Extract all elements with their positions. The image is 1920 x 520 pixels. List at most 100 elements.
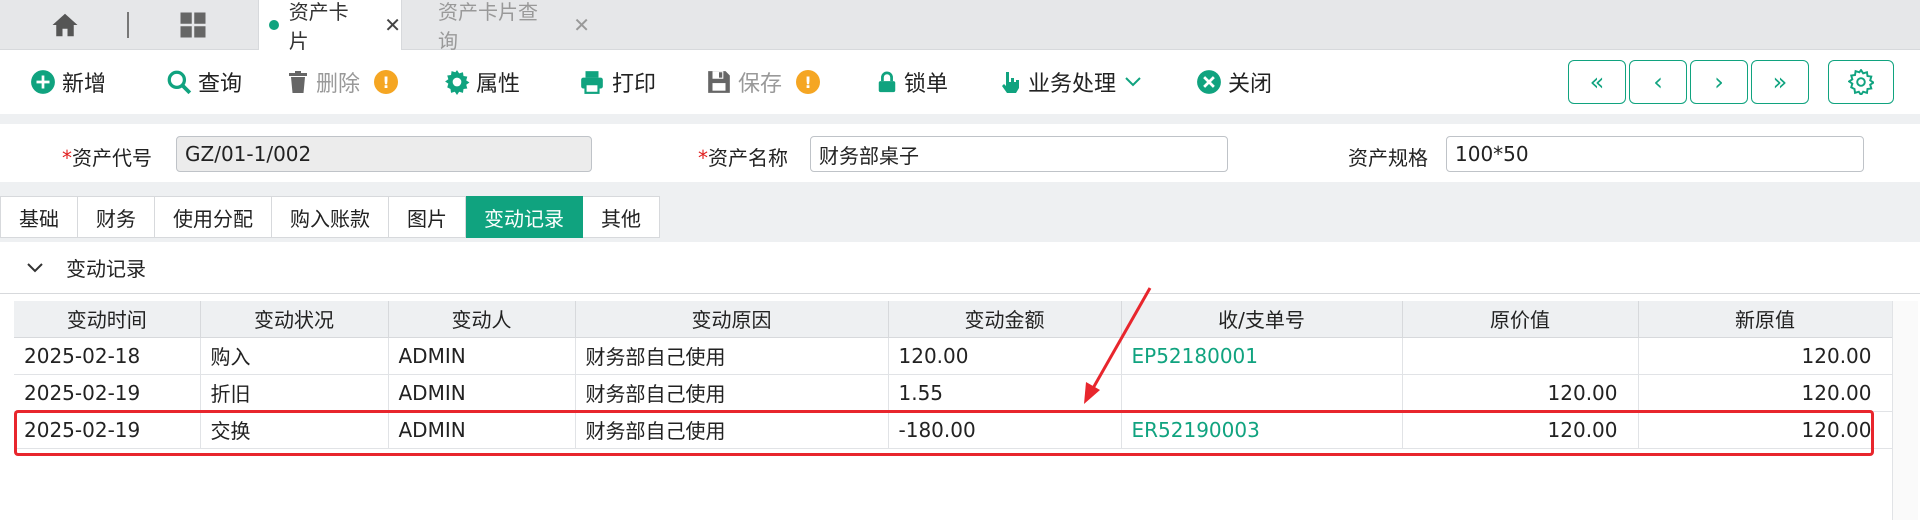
cell-user: ADMIN	[388, 337, 576, 375]
next-record-button[interactable]: ›	[1690, 60, 1748, 104]
cell-user: ADMIN	[388, 374, 576, 412]
lock-icon	[878, 71, 896, 93]
close-label: 关闭	[1228, 72, 1273, 97]
tab-basic[interactable]: 基础	[0, 196, 78, 238]
section-header[interactable]: 变动记录	[0, 242, 1920, 294]
home-icon[interactable]	[50, 10, 80, 40]
add-button[interactable]: 新增	[30, 64, 106, 100]
chevron-down-icon[interactable]	[26, 262, 44, 274]
trash-icon	[289, 71, 307, 93]
tab-change-records[interactable]: 变动记录	[466, 196, 583, 238]
cell-amount: -180.00	[888, 411, 1122, 449]
plus-circle-icon	[31, 70, 55, 94]
tab-label: 资产卡片查询	[438, 0, 538, 53]
properties-button[interactable]: 属性	[444, 64, 520, 100]
close-tab-icon[interactable]: ✕	[384, 13, 401, 37]
col-changed-by[interactable]: 变动人	[388, 301, 576, 338]
cell-new-value: 120.00	[1638, 337, 1893, 375]
business-dropdown[interactable]: 业务处理	[998, 64, 1148, 100]
query-button[interactable]: 查询	[166, 64, 242, 100]
tab-label: 资产卡片	[288, 0, 349, 53]
tab-purchase-payment[interactable]: 购入账款	[272, 196, 389, 238]
cell-original-value	[1402, 337, 1639, 375]
floppy-disk-icon	[708, 71, 730, 93]
toolbar: 新增 查询 删除 ! 属性 打印 保存 ! 锁单 业务处理 关闭 « ‹ › »	[0, 50, 1920, 114]
delete-button[interactable]: 删除 !	[286, 64, 399, 100]
top-tab-bar: 资产卡片 ✕ 资产卡片查询 ✕	[0, 0, 1920, 53]
grid-icon[interactable]	[178, 10, 208, 40]
last-record-button[interactable]: »	[1751, 60, 1809, 104]
tab-other[interactable]: 其他	[583, 196, 660, 238]
active-dot-icon	[269, 20, 279, 30]
table-row[interactable]: 2025-02-19 交换 ADMIN 财务部自己使用 -180.00 ER52…	[14, 411, 1893, 449]
settings-gear-icon	[1848, 69, 1874, 95]
tab-usage-allocation[interactable]: 使用分配	[155, 196, 272, 238]
cell-amount: 120.00	[888, 337, 1122, 375]
cell-new-value: 120.00	[1638, 374, 1893, 412]
chevron-left-icon: ‹	[1653, 68, 1663, 96]
cell-user: ADMIN	[388, 411, 576, 449]
close-circle-icon	[1197, 70, 1221, 94]
cell-receipt-link[interactable]: ER52190003	[1121, 411, 1403, 449]
cell-original-value: 120.00	[1402, 374, 1639, 412]
printer-icon	[581, 71, 603, 94]
lock-button[interactable]: 锁单	[876, 64, 948, 100]
cell-reason: 财务部自己使用	[575, 374, 889, 412]
double-chevron-left-icon: «	[1589, 68, 1605, 96]
first-record-button[interactable]: «	[1568, 60, 1626, 104]
cell-reason: 财务部自己使用	[575, 337, 889, 375]
table-header-row: 变动时间 变动状况 变动人 变动原因 变动金额 收/支单号 原价值 新原值	[14, 301, 1893, 338]
search-icon	[167, 70, 192, 95]
chevron-down-icon	[1125, 77, 1141, 87]
asset-code-label: *资产代号	[62, 146, 152, 170]
col-receipt-no[interactable]: 收/支单号	[1121, 301, 1403, 338]
col-change-status[interactable]: 变动状况	[200, 301, 389, 338]
cell-status: 购入	[200, 337, 389, 375]
change-records-table: 变动时间 变动状况 变动人 变动原因 变动金额 收/支单号 原价值 新原值 20…	[14, 301, 1893, 449]
cell-receipt-link[interactable]	[1121, 374, 1403, 412]
cell-time: 2025-02-19	[14, 411, 201, 449]
asset-spec-input[interactable]	[1446, 136, 1864, 172]
header-fields: *资产代号 *资产名称 资产规格	[0, 124, 1920, 182]
cell-status: 折旧	[200, 374, 389, 412]
change-records-section: 变动记录 变动时间 变动状况 变动人 变动原因 变动金额 收/支单号 原价值 新…	[0, 242, 1920, 520]
cell-time: 2025-02-19	[14, 374, 201, 412]
col-change-amount[interactable]: 变动金额	[888, 301, 1122, 338]
table-row[interactable]: 2025-02-19 折旧 ADMIN 财务部自己使用 1.55 120.00 …	[14, 374, 1893, 412]
cell-status: 交换	[200, 411, 389, 449]
table-row[interactable]: 2025-02-18 购入 ADMIN 财务部自己使用 120.00 EP521…	[14, 337, 1893, 375]
col-new-value[interactable]: 新原值	[1638, 301, 1893, 338]
print-button[interactable]: 打印	[578, 64, 656, 100]
cell-receipt-link[interactable]: EP52180001	[1121, 337, 1403, 375]
sub-tabs: 基础 财务 使用分配 购入账款 图片 变动记录 其他	[0, 196, 660, 238]
chevron-right-icon: ›	[1714, 68, 1724, 96]
cell-reason: 财务部自己使用	[575, 411, 889, 449]
warning-icon: !	[374, 70, 399, 94]
tab-asset-card[interactable]: 资产卡片 ✕	[258, 0, 402, 53]
divider	[127, 12, 129, 38]
col-change-reason[interactable]: 变动原因	[575, 301, 889, 338]
settings-button[interactable]	[1828, 60, 1894, 104]
tab-finance[interactable]: 财务	[78, 196, 155, 238]
cell-new-value: 120.00	[1638, 411, 1893, 449]
close-tab-icon[interactable]: ✕	[573, 13, 590, 37]
add-label: 新增	[62, 72, 107, 97]
close-button[interactable]: 关闭	[1196, 64, 1272, 100]
asset-name-input[interactable]	[810, 136, 1228, 172]
save-label: 保存	[738, 72, 783, 97]
save-button[interactable]: 保存 !	[706, 64, 821, 100]
query-label: 查询	[198, 72, 243, 97]
col-change-time[interactable]: 变动时间	[14, 301, 201, 338]
tab-asset-card-query[interactable]: 资产卡片查询 ✕	[420, 0, 590, 53]
business-label: 业务处理	[1028, 72, 1117, 97]
cell-time: 2025-02-18	[14, 337, 201, 375]
vertical-scrollbar[interactable]	[1892, 301, 1918, 520]
prev-record-button[interactable]: ‹	[1629, 60, 1687, 104]
section-title: 变动记录	[66, 257, 146, 281]
print-label: 打印	[612, 72, 657, 97]
col-original-value[interactable]: 原价值	[1402, 301, 1639, 338]
gear-icon	[445, 70, 470, 95]
delete-label: 删除	[316, 72, 361, 97]
tab-images[interactable]: 图片	[389, 196, 466, 238]
asset-code-input[interactable]	[176, 136, 592, 172]
